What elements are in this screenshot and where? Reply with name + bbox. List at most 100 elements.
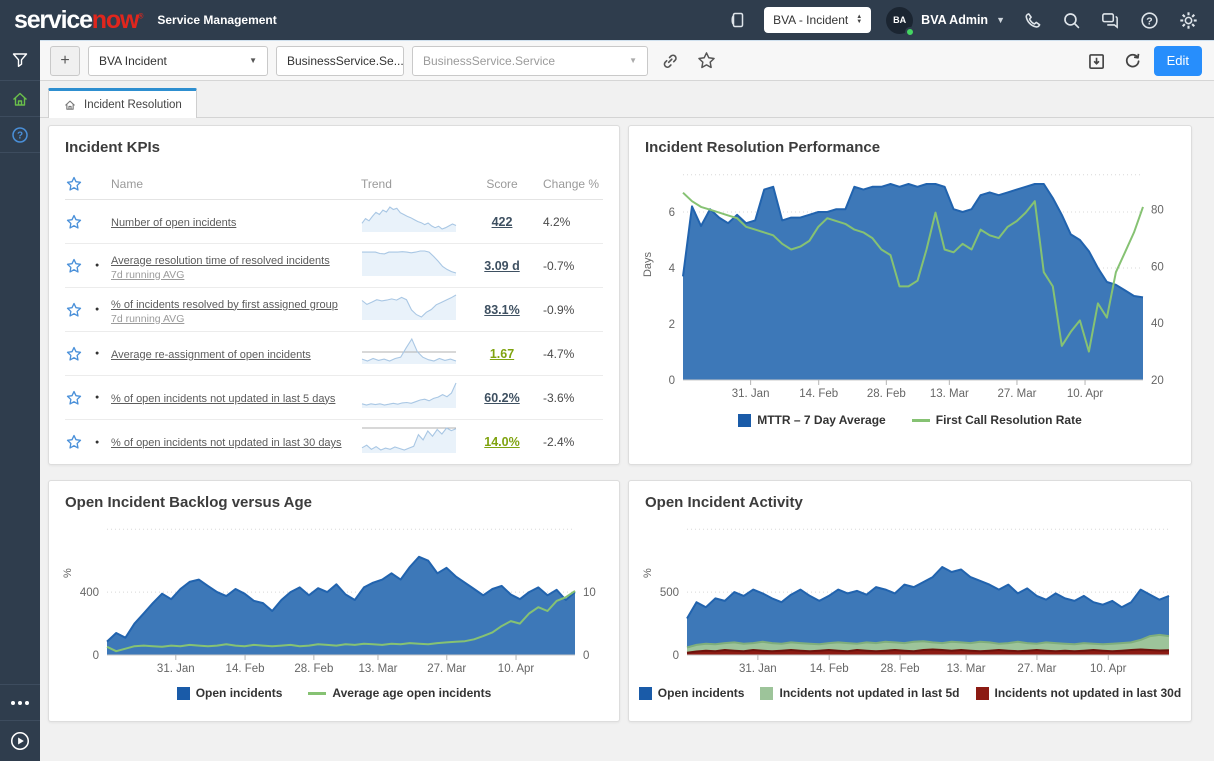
- svg-text:27. Mar: 27. Mar: [997, 388, 1036, 400]
- svg-text:60: 60: [1151, 261, 1164, 273]
- svg-text:0: 0: [583, 650, 589, 662]
- indicator-bullet: ●: [95, 262, 111, 269]
- kpi-row: ●% of incidents resolved by first assign…: [65, 288, 603, 332]
- svg-text:27. Mar: 27. Mar: [427, 663, 466, 675]
- chat-icon[interactable]: [1098, 8, 1122, 32]
- svg-text:%: %: [642, 568, 654, 578]
- favorite-star-icon[interactable]: [65, 301, 95, 319]
- incident-resolution-performance-card: Incident Resolution Performance 02462040…: [628, 125, 1192, 465]
- indicator-bullet: ●: [95, 394, 111, 401]
- kpi-score-link[interactable]: 83.1%: [484, 303, 519, 317]
- legend-swatch-box: [760, 687, 773, 700]
- favorite-star-icon[interactable]: [692, 47, 720, 75]
- sidebar-item-play[interactable]: [0, 720, 40, 761]
- legend-swatch-line: [912, 419, 930, 422]
- backlog-chart: 040001031. Jan14. Feb28. Feb13. Mar27. M…: [57, 515, 611, 684]
- sidebar-item-home[interactable]: [0, 81, 40, 117]
- legend-label: Open incidents: [196, 686, 283, 700]
- legend-item[interactable]: Open incidents: [639, 686, 745, 700]
- legend-item[interactable]: Open incidents: [177, 686, 283, 700]
- pages-icon[interactable]: [725, 8, 749, 32]
- home-icon: [63, 98, 77, 112]
- svg-text:%: %: [62, 568, 74, 578]
- legend-label: Incidents not updated in last 5d: [779, 686, 959, 700]
- svg-text:4: 4: [669, 263, 676, 275]
- legend-item[interactable]: Incidents not updated in last 5d: [760, 686, 959, 700]
- kpi-sparkline: [361, 292, 465, 327]
- svg-text:Days: Days: [642, 251, 654, 277]
- svg-text:500: 500: [660, 587, 679, 599]
- kpi-table: Name Trend Score Change % Number of open…: [49, 156, 619, 464]
- import-icon[interactable]: [1082, 47, 1110, 75]
- kpi-change-value: -4.7%: [539, 347, 603, 361]
- svg-text:40: 40: [1151, 318, 1164, 330]
- incident-kpis-card: Incident KPIs Name Trend Score Change % …: [48, 125, 620, 465]
- favorite-star-icon[interactable]: [65, 433, 95, 451]
- edit-button[interactable]: Edit: [1154, 46, 1202, 76]
- legend-item[interactable]: MTTR – 7 Day Average: [738, 413, 886, 427]
- sidebar-item-more[interactable]: [0, 684, 40, 720]
- card-title: Open Incident Backlog versus Age: [49, 481, 619, 511]
- kpi-name-link[interactable]: % of open incidents not updated in last …: [111, 393, 335, 405]
- link-icon[interactable]: [656, 47, 684, 75]
- favorite-star-icon[interactable]: [65, 175, 95, 193]
- ellipsis-icon: [9, 698, 31, 708]
- legend-label: Incidents not updated in last 30d: [995, 686, 1182, 700]
- servicenow-logo[interactable]: servicenow®: [14, 8, 143, 33]
- kpi-score-link[interactable]: 3.09 d: [484, 259, 519, 273]
- favorite-star-icon[interactable]: [65, 345, 95, 363]
- kpi-score-link[interactable]: 422: [492, 215, 513, 229]
- dashboard-select-value: BVA Incident: [99, 54, 167, 68]
- legend-item[interactable]: Incidents not updated in last 30d: [976, 686, 1182, 700]
- gear-icon[interactable]: [1176, 8, 1200, 32]
- element-select[interactable]: BusinessService.Service ▼: [412, 46, 648, 76]
- kpi-name-link[interactable]: Number of open incidents: [111, 217, 236, 229]
- column-header-name: Name: [111, 177, 361, 191]
- tab-incident-resolution[interactable]: Incident Resolution: [48, 88, 197, 118]
- svg-text:13. Mar: 13. Mar: [930, 388, 969, 400]
- legend-item[interactable]: First Call Resolution Rate: [912, 413, 1082, 427]
- svg-text:400: 400: [80, 587, 99, 599]
- favorite-star-icon[interactable]: [65, 257, 95, 275]
- breakdown-select[interactable]: BusinessService.Se... ▼: [276, 46, 404, 76]
- legend-swatch-box: [976, 687, 989, 700]
- svg-text:?: ?: [17, 130, 23, 141]
- svg-text:10. Apr: 10. Apr: [1067, 388, 1104, 400]
- kpi-name-link[interactable]: % of incidents resolved by first assigne…: [111, 299, 338, 311]
- legend-label: MTTR – 7 Day Average: [757, 413, 886, 427]
- context-select[interactable]: BVA - Incident ▲▼: [764, 7, 871, 33]
- svg-text:0: 0: [673, 650, 679, 662]
- filter-icon: [10, 50, 30, 70]
- svg-text:14. Feb: 14. Feb: [226, 663, 265, 675]
- banner-controls: BVA - Incident ▲▼ BA BVA Admin ▼ ?: [725, 7, 1200, 34]
- dashboard-select[interactable]: BVA Incident ▼: [88, 46, 268, 76]
- sidebar-item-help[interactable]: ?: [0, 117, 40, 153]
- kpi-change-value: -0.7%: [539, 259, 603, 273]
- legend-item[interactable]: Average age open incidents: [308, 686, 491, 700]
- phone-icon[interactable]: [1020, 8, 1044, 32]
- add-tab-button[interactable]: +: [50, 46, 80, 76]
- left-sidebar: ?: [0, 40, 40, 761]
- favorite-star-icon[interactable]: [65, 389, 95, 407]
- svg-text:10. Apr: 10. Apr: [1090, 663, 1127, 675]
- dashboard-toolbar: + BVA Incident ▼ BusinessService.Se... ▼…: [40, 40, 1214, 81]
- kpi-score-link[interactable]: 60.2%: [484, 391, 519, 405]
- kpi-name-link[interactable]: Average re-assignment of open incidents: [111, 349, 311, 361]
- user-menu[interactable]: BA BVA Admin ▼: [886, 7, 1005, 34]
- kpi-name-link[interactable]: Average resolution time of resolved inci…: [111, 255, 330, 267]
- kpi-name-link[interactable]: % of open incidents not updated in last …: [111, 437, 342, 449]
- search-icon[interactable]: [1059, 8, 1083, 32]
- kpi-row: ●% of open incidents not updated in last…: [65, 420, 603, 464]
- svg-text:28. Feb: 28. Feb: [881, 663, 920, 675]
- kpi-change-value: -0.9%: [539, 303, 603, 317]
- top-banner: servicenow® Service Management BVA - Inc…: [0, 0, 1214, 40]
- sidebar-item-filter[interactable]: [0, 40, 40, 81]
- kpi-score-link[interactable]: 1.67: [490, 347, 514, 361]
- refresh-icon[interactable]: [1118, 47, 1146, 75]
- legend-swatch-box: [177, 687, 190, 700]
- help-circle-icon: ?: [10, 125, 30, 145]
- kpi-score-link[interactable]: 14.0%: [484, 435, 519, 449]
- favorite-star-icon[interactable]: [65, 213, 95, 231]
- help-icon[interactable]: ?: [1137, 8, 1161, 32]
- column-header-score: Score: [465, 177, 539, 191]
